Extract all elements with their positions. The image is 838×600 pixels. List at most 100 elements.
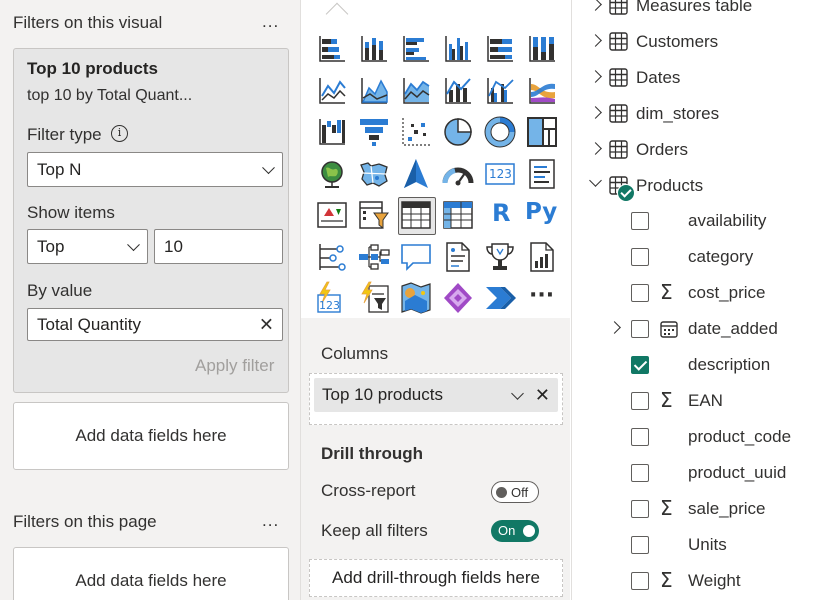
field-checkbox[interactable] [631,428,649,446]
power-apps-purple-icon[interactable] [441,281,475,315]
map-icon[interactable] [315,157,349,191]
field-name: category [688,247,754,266]
columns-field-pill[interactable]: Top 10 products ✕ [314,378,558,412]
table-row-orders[interactable]: Orders [572,135,838,165]
chevron-right-icon[interactable] [589,70,602,83]
stacked-bar-chart-icon[interactable] [315,32,349,66]
ribbon-chart-icon[interactable] [525,74,559,108]
qa-icon[interactable] [399,240,433,274]
page-filters-more-button[interactable]: ... [262,511,279,531]
field-checkbox[interactable] [631,392,649,410]
stacked-area-chart-icon[interactable] [399,74,433,108]
clustered-bar-chart-icon[interactable] [399,32,433,66]
field-row-product-code[interactable]: product_code [572,422,838,452]
field-row-units[interactable]: Units [572,530,838,560]
funnel-chart-icon[interactable] [357,115,391,149]
field-row-ean[interactable]: Σ EAN [572,386,838,416]
more-visuals-icon[interactable]: ··· [525,281,559,315]
table-icon [609,104,628,123]
power-automate-arrow-icon[interactable] [483,281,517,315]
table-name: Orders [636,140,688,159]
table-row-customers[interactable]: Customers [572,27,838,57]
table-row-measures-table[interactable]: Measures table [572,0,838,21]
r-script-visual-icon[interactable]: R [483,198,517,232]
chevron-right-icon[interactable] [589,106,602,119]
filter-card-title[interactable]: Top 10 products [27,59,158,79]
slicer-icon[interactable] [357,198,391,232]
gauge-icon[interactable] [441,157,475,191]
chevron-down-icon[interactable] [511,387,524,400]
area-chart-icon[interactable] [357,74,391,108]
chevron-right-icon[interactable] [608,321,621,334]
keep-all-filters-toggle[interactable]: On [491,520,539,542]
python-visual-icon[interactable]: Py [525,198,559,232]
field-row-description[interactable]: description [572,350,838,380]
filter-type-label: Filter type [27,125,102,144]
field-row-sale-price[interactable]: Σsale_price [572,494,838,524]
cross-report-toggle[interactable]: Off [491,481,539,503]
filled-map-icon[interactable] [357,157,391,191]
field-checkbox[interactable] [631,320,649,338]
show-items-direction-dropdown[interactable]: Top [27,229,148,264]
waterfall-chart-icon[interactable] [315,115,349,149]
azure-map-icon[interactable] [399,157,433,191]
by-value-field-well[interactable]: Total Quantity ✕ [27,308,283,341]
field-checkbox[interactable] [631,212,649,230]
remove-field-icon[interactable]: ✕ [535,378,550,412]
table-row-dates[interactable]: Dates [572,63,838,93]
visual-filters-more-button[interactable]: ... [262,12,279,32]
table-row-dim-stores[interactable]: dim_stores [572,99,838,129]
apply-filter-button[interactable]: Apply filter [195,356,274,376]
field-row-category[interactable]: category [572,242,838,272]
filter-type-dropdown[interactable]: Top N [27,152,283,187]
100-stacked-bar-chart-icon[interactable] [483,32,517,66]
show-items-count-input[interactable]: 10 [154,229,283,264]
add-drill-through-fields[interactable]: Add drill-through fields here [309,559,563,597]
field-row-weight[interactable]: Σ Weight [572,566,838,596]
table-icon[interactable] [399,198,433,232]
matrix-icon[interactable] [441,198,475,232]
columns-field-well[interactable]: Top 10 products ✕ [309,373,563,425]
arcgis-map-icon[interactable] [399,281,433,315]
treemap-icon[interactable] [525,115,559,149]
line-and-stacked-column-chart-icon[interactable] [441,74,475,108]
remove-field-icon[interactable]: ✕ [259,314,274,335]
line-chart-icon[interactable] [315,74,349,108]
chevron-right-icon[interactable] [589,34,602,47]
field-row-availability[interactable]: availability [572,206,838,236]
card-icon[interactable]: 123 [483,157,517,191]
pie-chart-icon[interactable] [441,115,475,149]
key-influencers-icon[interactable] [315,240,349,274]
donut-chart-icon[interactable] [483,115,517,149]
field-checkbox[interactable] [631,284,649,302]
clustered-column-chart-icon[interactable] [441,32,475,66]
chevron-right-icon[interactable] [589,142,602,155]
power-automate-icon[interactable] [357,281,391,315]
field-checkbox[interactable] [631,356,649,374]
field-checkbox[interactable] [631,500,649,518]
field-checkbox[interactable] [631,248,649,266]
chevron-down-icon[interactable] [589,174,602,187]
info-icon[interactable]: i [111,125,128,142]
page-add-data-fields[interactable]: Add data fields here [13,547,289,600]
100-stacked-column-chart-icon[interactable] [525,32,559,66]
decomposition-tree-icon[interactable] [357,240,391,274]
field-row-cost-price[interactable]: Σcost_price [572,278,838,308]
field-checkbox[interactable] [631,536,649,554]
field-row-date-added[interactable]: date_added [572,314,838,344]
power-apps-icon[interactable]: 123 [315,281,349,315]
multi-row-card-icon[interactable] [525,157,559,191]
smart-narrative-icon[interactable] [441,240,475,274]
field-row-product-uuid[interactable]: product_uuid [572,458,838,488]
chevron-right-icon[interactable] [589,0,602,11]
scatter-chart-icon[interactable] [399,115,433,149]
field-checkbox[interactable] [631,464,649,482]
visual-add-data-fields[interactable]: Add data fields here [13,402,289,470]
kpi-icon[interactable] [315,198,349,232]
paginated-report-icon[interactable] [525,240,559,274]
line-and-clustered-column-chart-icon[interactable] [483,74,517,108]
table-row-products[interactable]: Products [572,171,838,202]
metrics-icon[interactable] [483,240,517,274]
field-checkbox[interactable] [631,572,649,590]
stacked-column-chart-icon[interactable] [357,32,391,66]
